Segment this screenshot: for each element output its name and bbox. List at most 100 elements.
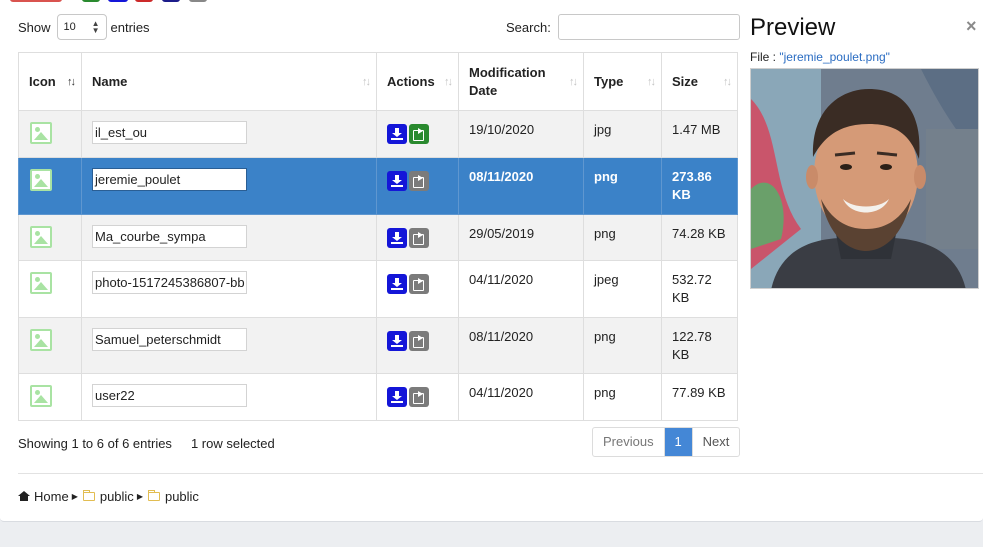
file-name-input[interactable]: photo-1517245386807-bb (92, 271, 247, 294)
modification-date-cell: 29/05/2019 (458, 214, 584, 261)
previous-page-button[interactable]: Previous (593, 428, 665, 456)
column-header-name[interactable]: Name ↑↓ (81, 52, 377, 111)
sort-asc-icon: ↑↓ (67, 75, 76, 88)
folder-icon (82, 490, 95, 501)
preview-file-name[interactable]: "jeremie_poulet.png" (779, 50, 890, 64)
download-button[interactable] (387, 171, 407, 191)
folder-icon (147, 490, 160, 501)
next-page-button[interactable]: Next (691, 428, 740, 456)
modification-date-cell: 04/11/2020 (458, 373, 584, 421)
select-arrows-icon: ▲ ▼ (91, 19, 100, 35)
table-row[interactable]: il_est_ou 19/10/2020 jpg 1.47 MB (18, 110, 738, 158)
type-cell: png (583, 157, 662, 215)
toolbar-button-red[interactable] (10, 0, 62, 2)
toolbar-button-red-small[interactable] (135, 0, 153, 2)
table-header-row: Icon ↑↓ Name ↑↓ Actions ↑↓ Modification Dat… (18, 52, 738, 111)
image-file-icon (30, 385, 52, 407)
table-row[interactable]: user22 04/11/2020 png 77.89 KB (18, 373, 738, 421)
size-cell: 77.89 KB (661, 373, 738, 421)
files-table: Icon ↑↓ Name ↑↓ Actions ↑↓ Modification Dat… (18, 52, 738, 421)
sort-icon: ↑↓ (444, 75, 453, 88)
share-button[interactable] (409, 228, 429, 248)
caret-right-icon: ▶ (71, 492, 78, 501)
breadcrumb-home[interactable]: Home (34, 489, 69, 504)
modification-date-cell: 08/11/2020 (458, 157, 584, 215)
breadcrumb: Home ▶ public ▶ public (18, 489, 199, 504)
caret-right-icon: ▶ (136, 492, 143, 501)
entries-select[interactable]: 10 ▲ ▼ (56, 14, 107, 40)
entries-info: Showing 1 to 6 of 6 entries (18, 436, 172, 451)
size-cell: 74.28 KB (661, 214, 738, 261)
share-button[interactable] (409, 124, 429, 144)
preview-file-prefix: File : (750, 50, 780, 64)
table-info: Showing 1 to 6 of 6 entries 1 row select… (18, 436, 275, 451)
download-button[interactable] (387, 274, 407, 294)
sort-icon: ↑↓ (362, 75, 371, 88)
modification-date-cell: 08/11/2020 (458, 317, 584, 374)
share-button[interactable] (409, 331, 429, 351)
share-button[interactable] (409, 387, 429, 407)
size-cell: 273.86 KB (661, 157, 738, 215)
search-control: Search: (506, 14, 740, 40)
download-button[interactable] (387, 387, 407, 407)
type-cell: png (583, 317, 662, 374)
type-cell: png (583, 214, 662, 261)
breadcrumb-folder-public[interactable]: public (100, 489, 134, 504)
sort-icon: ↑↓ (723, 75, 732, 88)
column-header-modification-date[interactable]: Modification Date ↑↓ (458, 52, 584, 111)
download-button[interactable] (387, 331, 407, 351)
image-file-icon (30, 272, 52, 294)
portrait-photo (751, 69, 978, 288)
size-cell: 1.47 MB (661, 110, 738, 158)
column-header-actions[interactable]: Actions ↑↓ (376, 52, 459, 111)
breadcrumb-folder-public-current[interactable]: public (165, 489, 199, 504)
table-row[interactable]: photo-1517245386807-bb 04/11/2020 jpeg 5… (18, 260, 738, 318)
type-cell: png (583, 373, 662, 421)
table-row[interactable]: Samuel_peterschmidt 08/11/2020 png 122.7… (18, 317, 738, 374)
divider (18, 473, 983, 474)
share-button[interactable] (409, 274, 429, 294)
entries-length-control: Show 10 ▲ ▼ entries (18, 14, 150, 40)
file-name-input[interactable]: jeremie_poulet (92, 168, 247, 191)
image-file-icon (30, 226, 52, 248)
column-header-icon[interactable]: Icon ↑↓ (18, 52, 82, 111)
image-file-icon (30, 122, 52, 144)
file-name-input[interactable]: Ma_courbe_sympa (92, 225, 247, 248)
type-cell: jpeg (583, 260, 662, 318)
file-name-input[interactable]: Samuel_peterschmidt (92, 328, 247, 351)
preview-file-line: File : "jeremie_poulet.png" (750, 50, 890, 64)
share-button[interactable] (409, 171, 429, 191)
size-cell: 532.72 KB (661, 260, 738, 318)
entries-label: entries (110, 19, 150, 35)
file-name-input[interactable]: user22 (92, 384, 247, 407)
type-cell: jpg (583, 110, 662, 158)
image-file-icon (30, 169, 52, 191)
modification-date-cell: 04/11/2020 (458, 260, 584, 318)
size-cell: 122.78 KB (661, 317, 738, 374)
file-name-input[interactable]: il_est_ou (92, 121, 247, 144)
home-icon (18, 491, 30, 501)
toolbar-button-gray[interactable] (189, 0, 207, 2)
column-header-type[interactable]: Type ↑↓ (583, 52, 662, 111)
file-manager-panel: Show 10 ▲ ▼ entries Search: Icon ↑↓ Name ↑↓… (0, 0, 983, 522)
toolbar-button-green[interactable] (82, 0, 100, 2)
table-row[interactable]: Ma_courbe_sympa 29/05/2019 png 74.28 KB (18, 214, 738, 261)
search-input[interactable] (557, 14, 740, 40)
table-row-selected[interactable]: jeremie_poulet 08/11/2020 png 273.86 KB (18, 157, 738, 215)
pagination: Previous 1 Next (592, 427, 741, 457)
sort-icon: ↑↓ (569, 75, 578, 88)
show-label: Show (18, 19, 51, 35)
toolbar-button-blue[interactable] (108, 0, 128, 2)
preview-title: Preview (750, 14, 836, 41)
search-label: Search: (506, 19, 551, 35)
download-button[interactable] (387, 228, 407, 248)
selection-info: 1 row selected (190, 436, 275, 451)
image-file-icon (30, 329, 52, 351)
close-icon[interactable]: × (966, 16, 977, 37)
column-header-size[interactable]: Size ↑↓ (661, 52, 738, 111)
preview-image (750, 68, 979, 289)
page-1-button[interactable]: 1 (664, 428, 692, 456)
download-button[interactable] (387, 124, 407, 144)
toolbar-button-navy[interactable] (162, 0, 180, 2)
modification-date-cell: 19/10/2020 (458, 110, 584, 158)
